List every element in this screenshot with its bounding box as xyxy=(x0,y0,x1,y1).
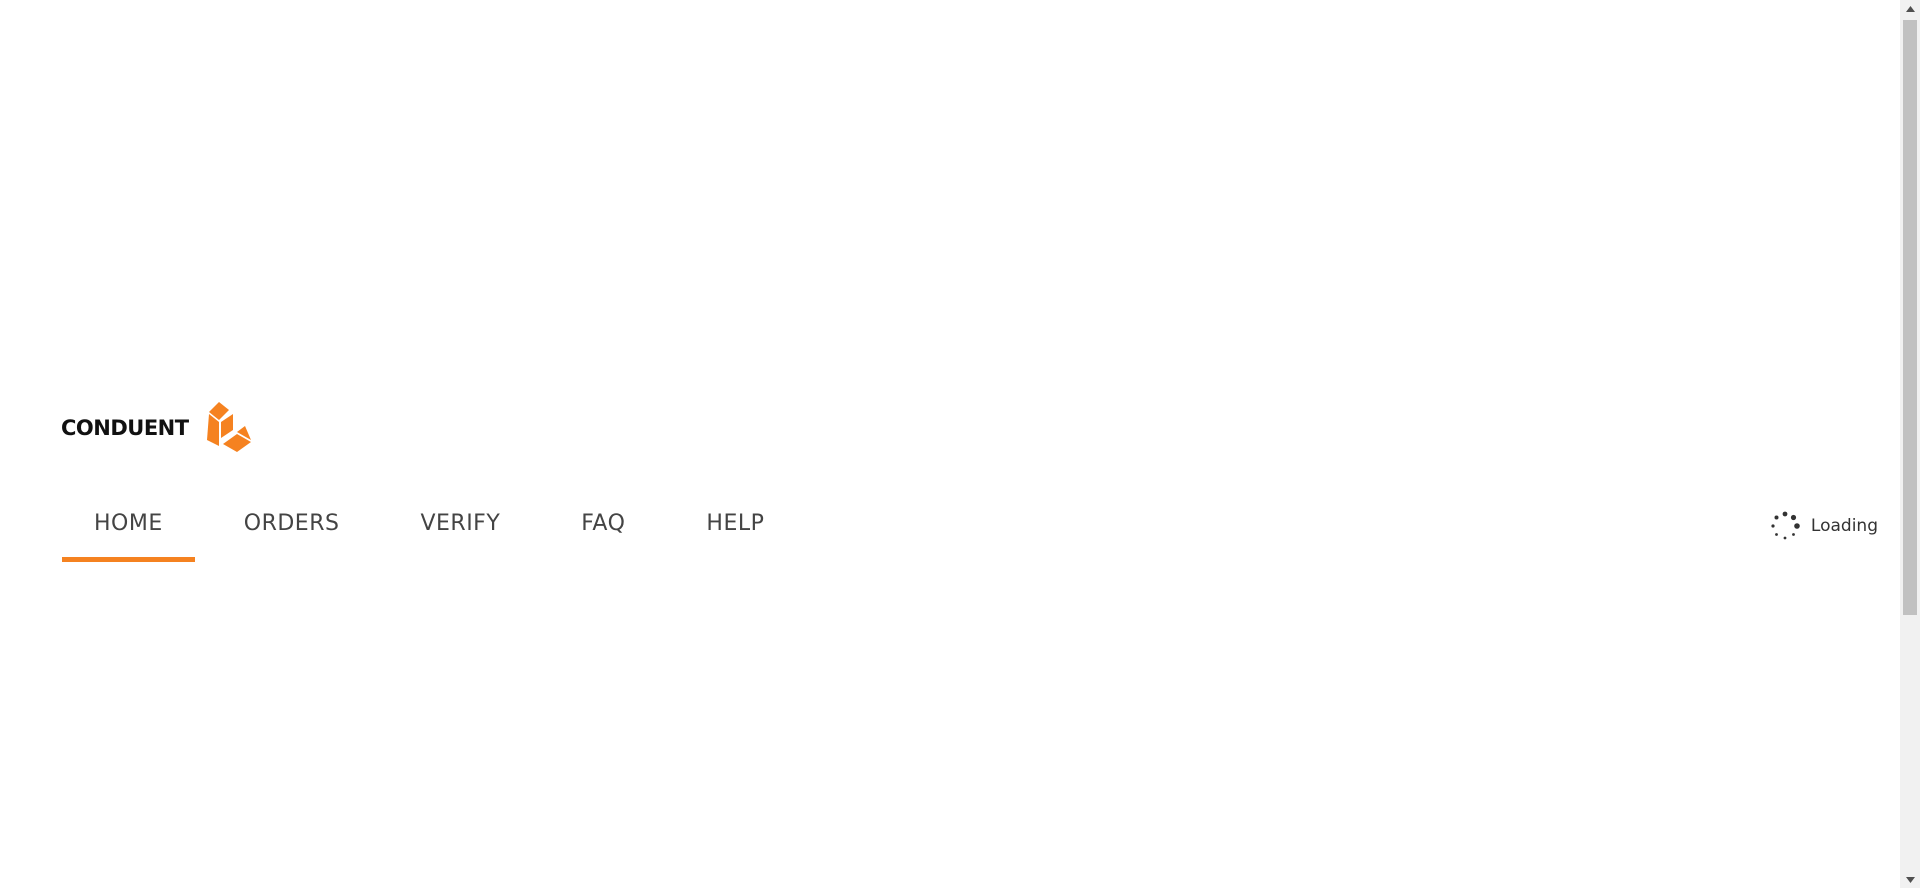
vertical-scrollbar[interactable] xyxy=(1900,0,1920,888)
nav-item-orders[interactable]: ORDERS xyxy=(212,500,372,562)
nav-item-faq[interactable]: FAQ xyxy=(549,500,657,562)
loading-indicator: Loading xyxy=(1769,510,1878,542)
main-nav: HOME ORDERS VERIFY FAQ HELP xyxy=(62,500,813,562)
main-content: CONDUENT HOME ORDERS VERIFY FAQ HELP Loa… xyxy=(0,0,1900,888)
nav-item-verify[interactable]: VERIFY xyxy=(388,500,532,562)
brand-logo[interactable]: CONDUENT xyxy=(61,400,255,456)
scroll-down-arrow-icon[interactable] xyxy=(1900,871,1920,888)
conduent-cube-icon xyxy=(206,402,251,452)
brand-name: CONDUENT xyxy=(61,416,189,440)
spinner-icon xyxy=(1771,511,1800,540)
nav-item-help[interactable]: HELP xyxy=(674,500,796,562)
scroll-up-arrow-icon[interactable] xyxy=(1900,0,1920,17)
page: CONDUENT HOME ORDERS VERIFY FAQ HELP Loa… xyxy=(0,0,1920,888)
scrollbar-thumb[interactable] xyxy=(1903,20,1917,615)
loading-text: Loading xyxy=(1810,516,1878,536)
nav-item-home[interactable]: HOME xyxy=(62,500,195,562)
